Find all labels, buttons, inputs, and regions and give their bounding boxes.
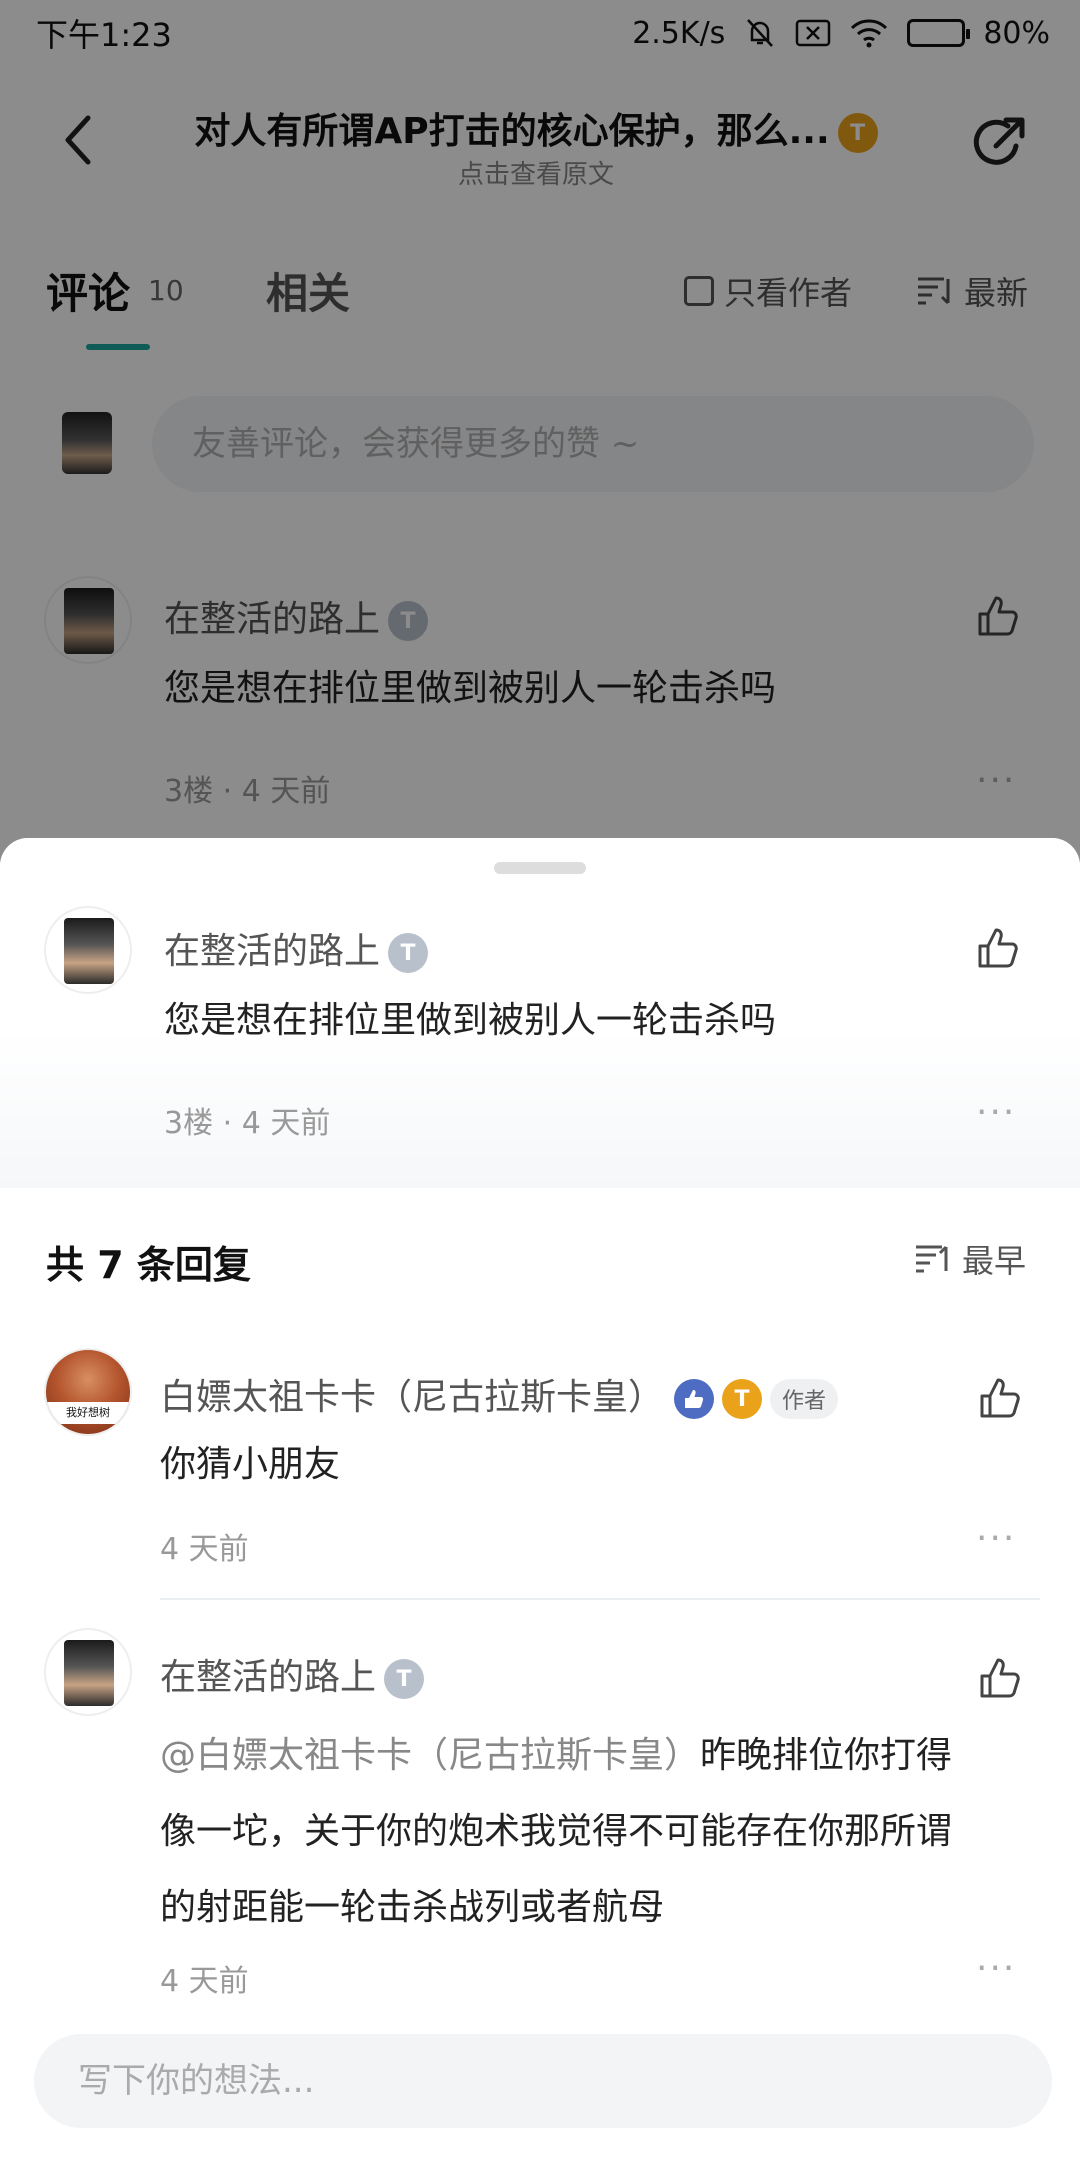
thumbs-up-icon[interactable] [976, 1374, 1024, 1422]
author-tag: 作者 [770, 1379, 839, 1419]
sheet-drag-handle[interactable] [494, 862, 586, 874]
reply-text: @白嫖太祖卡卡（尼古拉斯卡皇）昨晚排位你打得 像一坨，关于你的炮术我觉得不可能存… [160, 1718, 1040, 1946]
level-badge-icon: T [384, 1659, 425, 1699]
comment-text: 您是想在排位里做到被别人一轮击杀吗 [164, 1000, 777, 1041]
reply-count-heading: 共 7 条回复 [46, 1243, 251, 1287]
thumbs-up-icon[interactable] [974, 924, 1022, 972]
comment-time: 4 天前 [241, 1106, 331, 1141]
username-text: 在整活的路上 [164, 931, 381, 972]
more-icon[interactable]: ··· [976, 1948, 1016, 1989]
more-icon[interactable]: ··· [976, 1518, 1016, 1559]
more-icon[interactable]: ··· [976, 1092, 1016, 1133]
username-text: 白嫖太祖卡卡（尼古拉斯卡皇） [160, 1377, 665, 1418]
divider [160, 1598, 1040, 1600]
level-badge-icon: T [388, 933, 429, 973]
mention-link[interactable]: @白嫖太祖卡卡（尼古拉斯卡皇） [160, 1735, 700, 1776]
avatar[interactable] [44, 906, 132, 994]
thumbs-up-icon[interactable] [976, 1654, 1024, 1702]
comment-meta: 3楼 · 4 天前 [164, 1106, 331, 1141]
reply-time: 4 天前 [160, 1964, 249, 1999]
sort-icon [916, 1245, 948, 1273]
reply-text-line2: 像一坨，关于你的炮术我觉得不可能存在你那所谓 [160, 1811, 953, 1852]
reply-text-line1: 昨晚排位你打得 [700, 1735, 953, 1776]
username-text: 在整活的路上 [160, 1657, 377, 1698]
reply-text: 你猜小朋友 [160, 1444, 341, 1485]
reply-input[interactable]: 写下你的想法... [34, 2034, 1052, 2128]
sheet-main-comment: 在整活的路上 T 您是想在排位里做到被别人一轮击杀吗 3楼 · 4 天前 ··· [0, 838, 1080, 1188]
reply-input-bar: 写下你的想法... [0, 1998, 1080, 2160]
floor-number: 3楼 [164, 1106, 214, 1141]
comment-username[interactable]: 在整活的路上 T [164, 922, 429, 974]
sort-earliest-button[interactable]: 最早 [914, 1236, 1026, 1282]
sort-label: 最早 [962, 1242, 1027, 1280]
reply-username[interactable]: 白嫖太祖卡卡（尼古拉斯卡皇） T 作者 [160, 1368, 839, 1420]
reply-text-line3: 的射距能一轮击杀战列或者航母 [160, 1887, 665, 1928]
avatar[interactable] [44, 1628, 132, 1716]
reply-time: 4 天前 [160, 1532, 249, 1567]
avatar[interactable]: 我好想树 [44, 1348, 132, 1436]
thumbs-up-badge-icon [674, 1379, 715, 1419]
reply-username[interactable]: 在整活的路上 T [160, 1648, 425, 1700]
level-badge-icon: T [722, 1379, 763, 1419]
replies-sheet: 在整活的路上 T 您是想在排位里做到被别人一轮击杀吗 3楼 · 4 天前 ··· … [0, 838, 1080, 2160]
avatar-caption: 我好想树 [46, 1402, 130, 1424]
